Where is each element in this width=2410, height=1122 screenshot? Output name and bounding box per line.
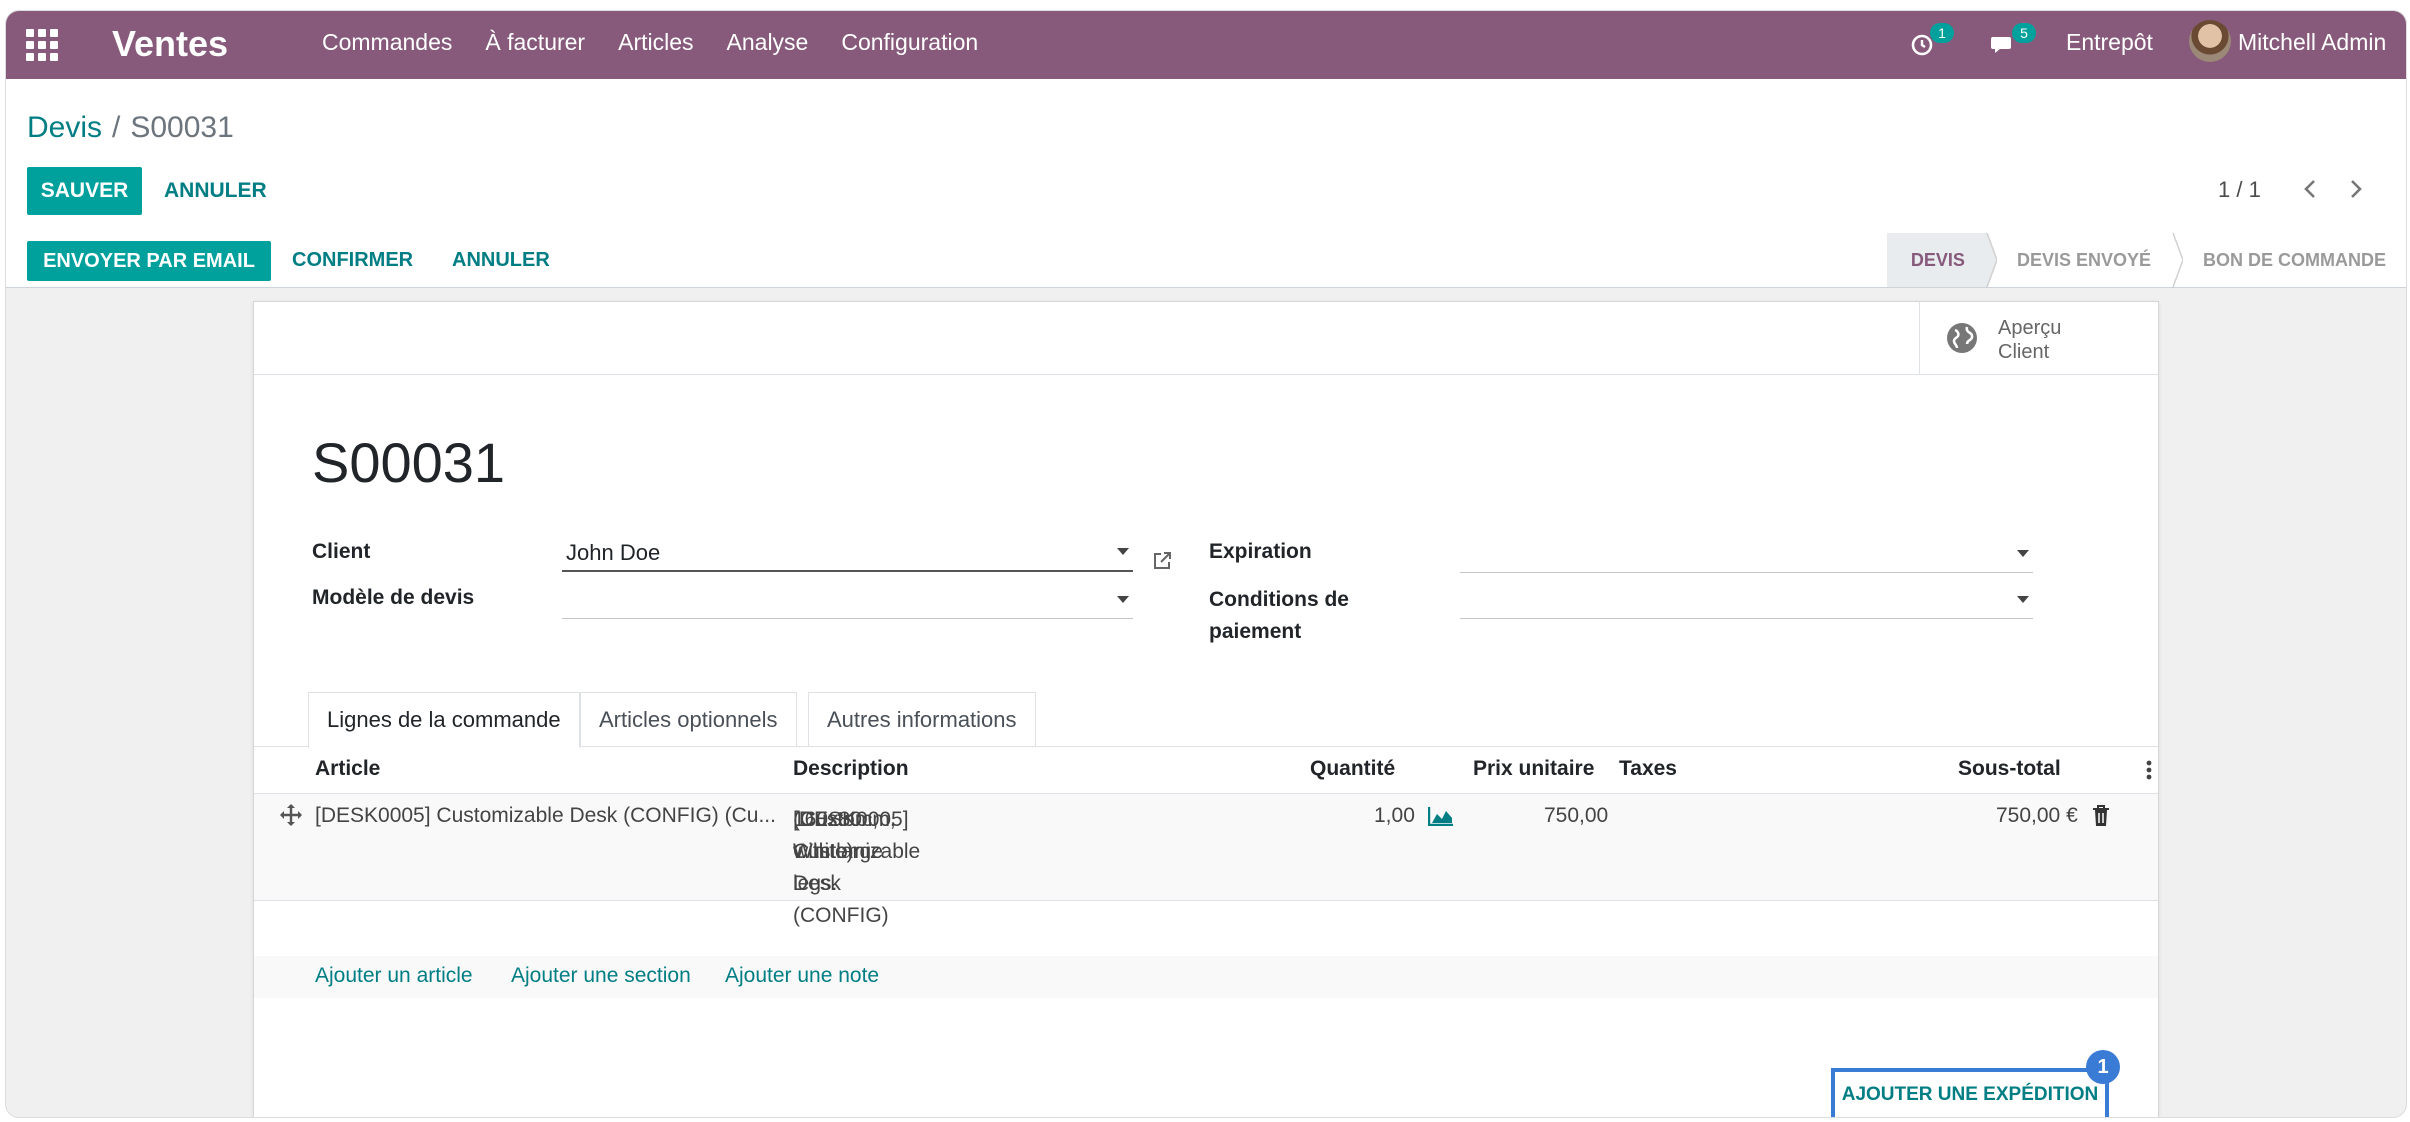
menu-item-analyse[interactable]: Analyse	[727, 29, 809, 56]
menu-item-configuration[interactable]: Configuration	[841, 29, 978, 56]
chevron-down-icon[interactable]	[1117, 548, 1129, 555]
stage-pipeline: Devis Devis envoyé Bon de commande	[1886, 233, 2406, 287]
payment-terms-label-line2: paiement	[1209, 620, 1302, 643]
payment-terms-label-line1: Conditions de	[1209, 588, 1349, 611]
expiration-field[interactable]	[1460, 536, 2033, 573]
client-label: Client	[312, 540, 371, 563]
step-marker-badge: 1	[2086, 1050, 2120, 1084]
line-unit-price[interactable]: 750,00	[1544, 804, 1608, 828]
stage-bon-de-commande[interactable]: Bon de commande	[2173, 233, 2406, 287]
expiration-label: Expiration	[1209, 540, 1312, 563]
tab-optional-products[interactable]: Articles optionnels	[580, 692, 797, 746]
status-bar: Envoyer par email Confirmer Annuler Devi…	[6, 233, 2406, 288]
menu-item-commandes[interactable]: Commandes	[322, 29, 452, 56]
payment-terms-field[interactable]	[1460, 582, 2033, 619]
trash-icon[interactable]	[2092, 805, 2110, 833]
menu-item-a-facturer[interactable]: À facturer	[485, 29, 585, 56]
warehouse-switch[interactable]: Entrepôt	[2066, 29, 2153, 56]
template-label: Modèle de devis	[312, 586, 475, 609]
notebook-tabs: Lignes de la commande Articles optionnel…	[254, 692, 2158, 748]
breadcrumb-current: S00031	[130, 111, 234, 144]
send-email-button[interactable]: Envoyer par email	[27, 241, 271, 281]
customer-preview-line2: Client	[1998, 341, 2050, 363]
column-article[interactable]: Article	[315, 757, 380, 781]
chevron-down-icon[interactable]	[2017, 550, 2029, 557]
stage-bon-de-commande-label: Bon de commande	[2203, 250, 2386, 270]
add-section-link[interactable]: Ajouter une section	[511, 964, 691, 988]
order-lines-header: Article Description Quantité Prix unitai…	[254, 747, 2158, 794]
order-name: S00031	[312, 431, 506, 494]
tab-order-lines[interactable]: Lignes de la commande	[308, 692, 580, 748]
stage-devis[interactable]: Devis	[1886, 233, 1997, 287]
messages-badge: 5	[2012, 23, 2036, 43]
chevron-right-icon[interactable]	[2348, 177, 2364, 208]
column-unit-price[interactable]: Prix unitaire	[1473, 757, 1594, 781]
app-window: Ventes Commandes À facturer Articles Ana…	[5, 10, 2407, 1118]
stage-devis-envoye[interactable]: Devis envoyé	[1987, 233, 2183, 287]
add-line-row: Ajouter un article Ajouter une section A…	[254, 956, 2158, 998]
stage-devis-label: Devis	[1910, 250, 1965, 270]
customer-preview-button[interactable]: Aperçu Client	[1919, 302, 2158, 374]
template-field[interactable]	[562, 582, 1133, 619]
external-link-icon[interactable]	[1151, 550, 1173, 572]
main-menu: Commandes À facturer Articles Analyse Co…	[322, 29, 1011, 56]
add-product-link[interactable]: Ajouter un article	[315, 964, 473, 988]
discard-button[interactable]: Annuler	[164, 179, 267, 203]
column-quantity[interactable]: Quantité	[1310, 757, 1395, 781]
line-description-3: 160x80cm, with large legs.	[793, 808, 896, 895]
chevron-down-icon[interactable]	[1117, 596, 1129, 603]
add-shipping-button[interactable]: Ajouter une expédition	[1831, 1068, 2109, 1117]
confirm-button[interactable]: Confirmer	[292, 249, 413, 272]
globe-icon	[1946, 322, 1978, 354]
customer-preview-line1: Aperçu	[1998, 317, 2062, 339]
app-brand[interactable]: Ventes	[112, 23, 228, 65]
table-row[interactable]: [DESK0005] Customizable Desk (CONFIG) (C…	[254, 794, 2158, 927]
breadcrumb-separator: /	[112, 111, 121, 144]
tab-other-info[interactable]: Autres informations	[808, 692, 1036, 746]
breadcrumb-parent[interactable]: Devis	[27, 111, 102, 144]
stage-devis-envoye-label: Devis envoyé	[2016, 250, 2151, 270]
kebab-menu-icon[interactable]	[2146, 759, 2152, 787]
cancel-order-button[interactable]: Annuler	[452, 249, 550, 272]
column-subtotal[interactable]: Sous-total	[1958, 757, 2061, 781]
button-box: Aperçu Client	[254, 302, 2158, 375]
top-navbar: Ventes Commandes À facturer Articles Ana…	[6, 11, 2406, 79]
column-taxes[interactable]: Taxes	[1619, 757, 1677, 781]
apps-icon[interactable]	[26, 29, 58, 61]
drag-handle-icon[interactable]	[280, 804, 302, 832]
pager-value[interactable]: 1 / 1	[2218, 177, 2261, 203]
client-field[interactable]: John Doe	[562, 534, 1133, 572]
line-quantity[interactable]: 1,00	[1374, 804, 1415, 828]
customer-preview-label: Aperçu Client	[1998, 316, 2061, 364]
payment-terms-label: Conditions de paiement	[1209, 584, 1349, 648]
line-article[interactable]: [DESK0005] Customizable Desk (CONFIG) (C…	[315, 804, 776, 828]
chevron-left-icon[interactable]	[2302, 177, 2318, 208]
form-sheet: Aperçu Client S00031 Client John Doe Mod…	[253, 301, 2159, 1117]
forecast-chart-icon[interactable]	[1427, 806, 1454, 832]
add-note-link[interactable]: Ajouter une note	[725, 964, 879, 988]
avatar[interactable]	[2189, 20, 2231, 62]
breadcrumb: Devis / S00031	[27, 111, 234, 145]
save-button[interactable]: Sauver	[27, 167, 142, 215]
activity-badge: 1	[1930, 23, 1954, 43]
menu-item-articles[interactable]: Articles	[618, 29, 693, 56]
line-subtotal: 750,00 €	[1996, 804, 2078, 827]
client-value: John Doe	[566, 540, 661, 565]
chevron-down-icon[interactable]	[2017, 596, 2029, 603]
control-panel: Devis / S00031 Sauver Annuler 1 / 1	[6, 79, 2406, 234]
user-menu[interactable]: Mitchell Admin	[2238, 29, 2386, 56]
column-description[interactable]: Description	[793, 757, 909, 781]
